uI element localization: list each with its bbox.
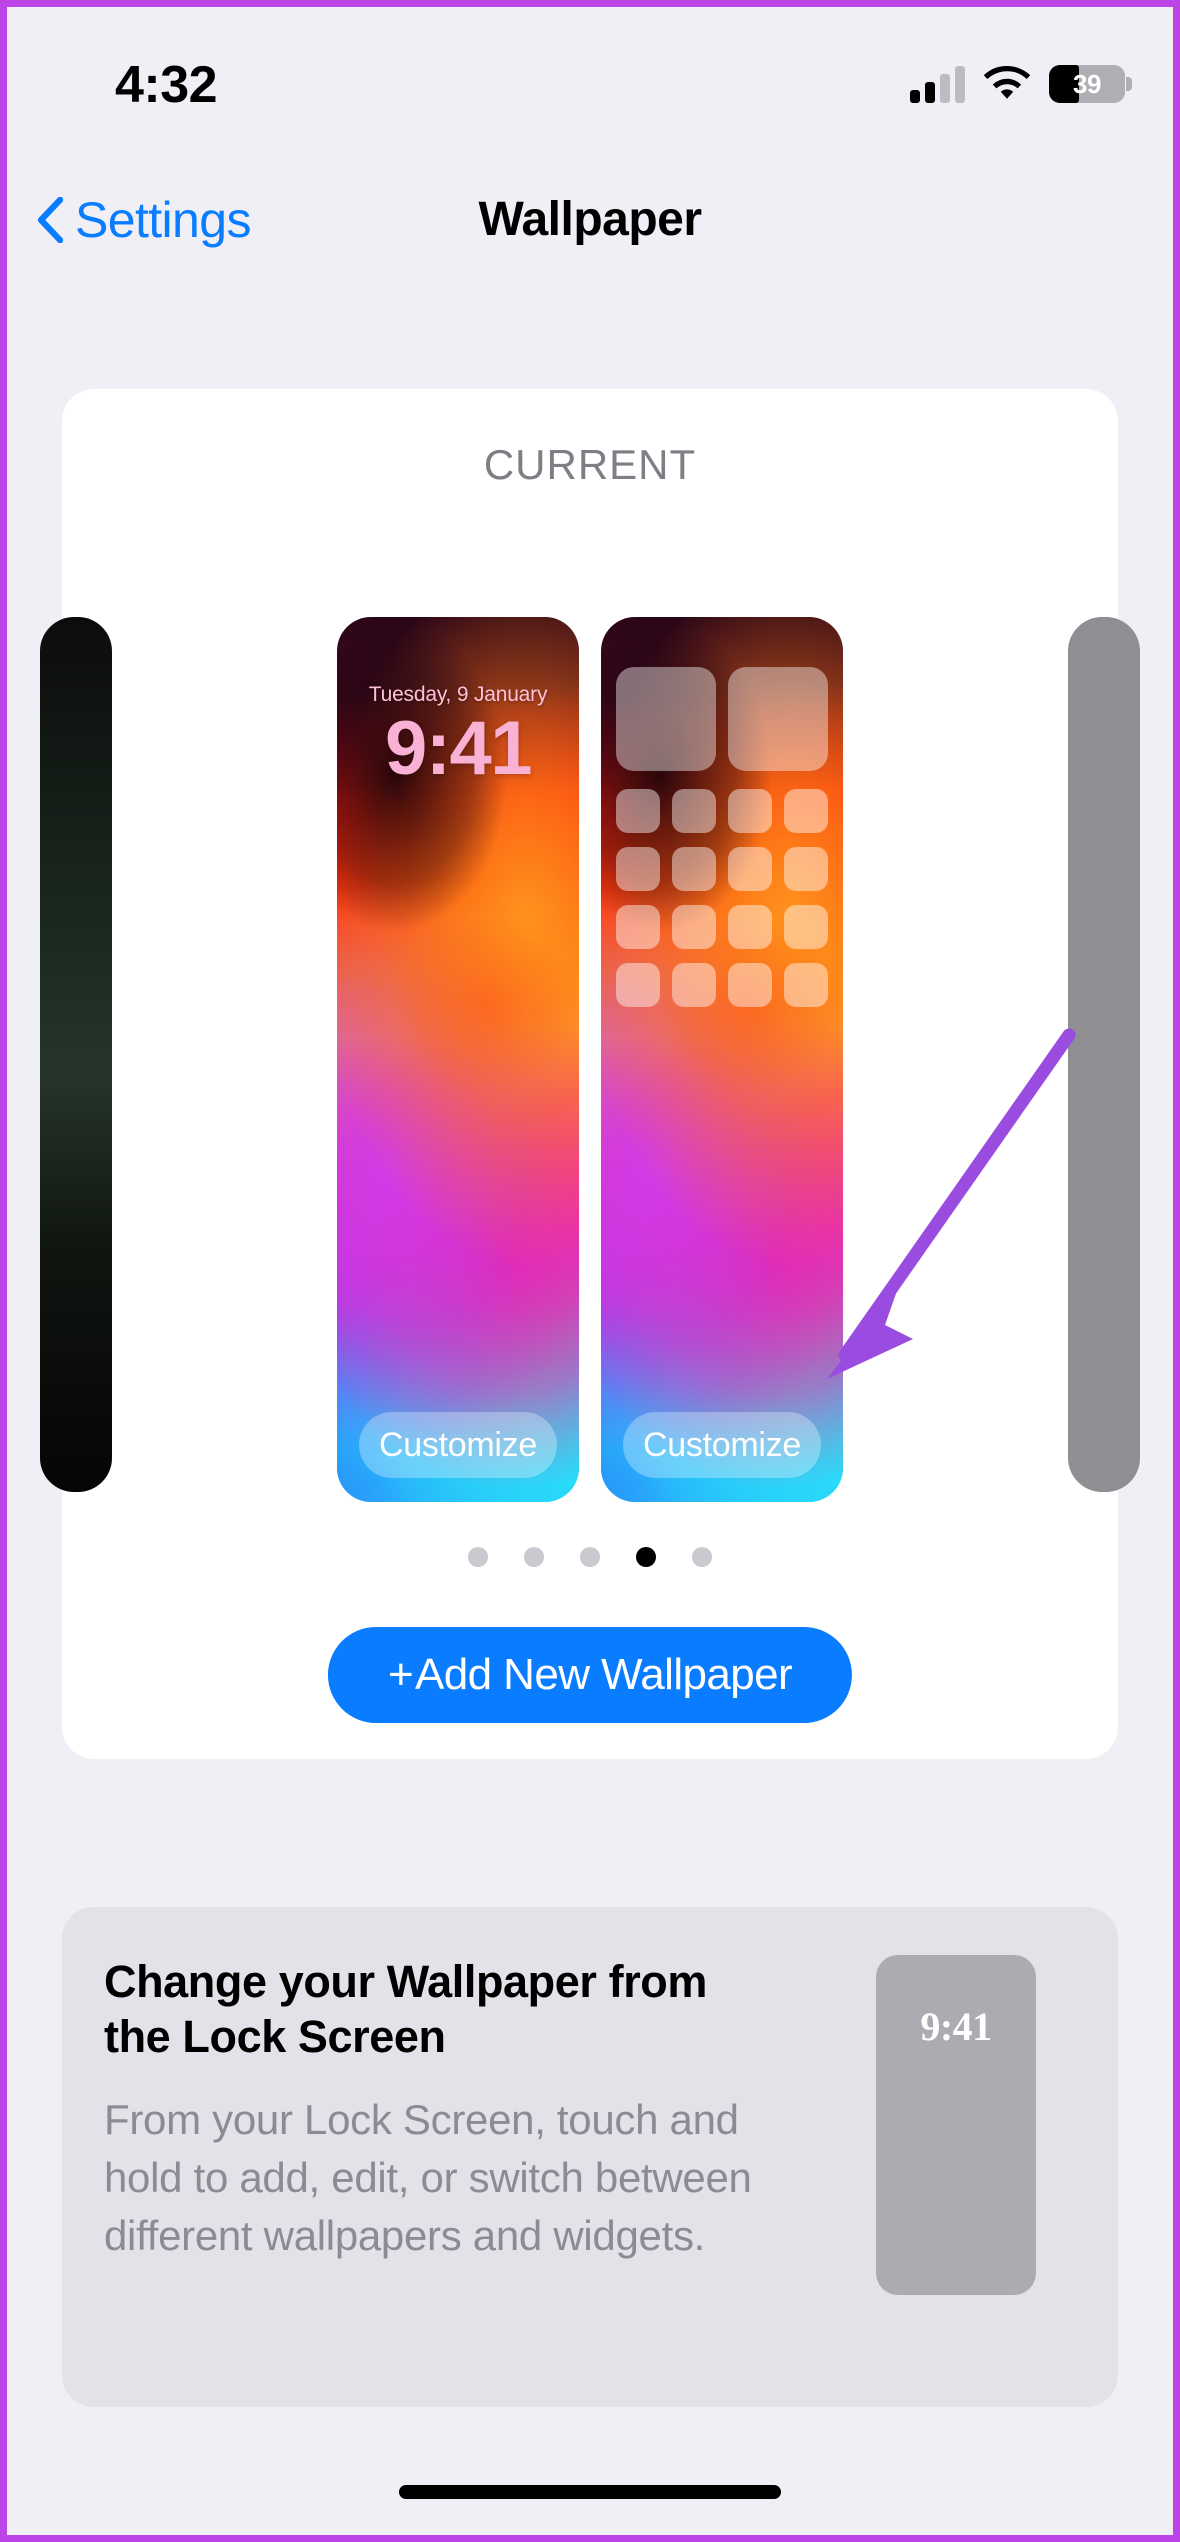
- customize-lock-screen-button[interactable]: Customize: [359, 1412, 557, 1478]
- wifi-icon: [983, 65, 1031, 99]
- info-card: Change your Wallpaper from the Lock Scre…: [62, 1907, 1118, 2407]
- app-icon: [728, 789, 772, 833]
- app-icon: [616, 963, 660, 1007]
- home-screen-icon-grid: [616, 667, 828, 1021]
- battery-percent-label: 39: [1073, 68, 1101, 99]
- home-screen-icon-row: [616, 905, 828, 949]
- page-dot[interactable]: [692, 1547, 712, 1567]
- wallpaper-preview-pair: Tuesday, 9 January 9:41 Customize Custom…: [62, 617, 1118, 1502]
- info-card-title: Change your Wallpaper from the Lock Scre…: [104, 1956, 708, 2062]
- app-icon: [616, 905, 660, 949]
- home-screen-widget: [616, 667, 716, 771]
- page-dot[interactable]: [468, 1547, 488, 1567]
- lock-screen-date: Tuesday, 9 January: [368, 683, 548, 706]
- info-card-text: Change your Wallpaper from the Lock Scre…: [104, 1955, 764, 2265]
- page-dot[interactable]: [580, 1547, 600, 1567]
- home-screen-widget: [728, 667, 828, 771]
- add-new-wallpaper-label: Add New Wallpaper: [415, 1650, 793, 1699]
- home-screen-icon-row: [616, 789, 828, 833]
- app-icon: [616, 789, 660, 833]
- iphone-settings-wallpaper-screen: 4:32 39 Settings Wallpaper CURRENT Tuesd…: [0, 0, 1180, 2542]
- home-screen-widget-row: [616, 667, 828, 771]
- app-icon: [728, 905, 772, 949]
- home-screen-icon-row: [616, 847, 828, 891]
- app-icon: [672, 847, 716, 891]
- app-icon: [672, 789, 716, 833]
- battery-icon: 39: [1049, 65, 1132, 103]
- battery-nub: [1126, 77, 1132, 91]
- page-dot-active[interactable]: [636, 1547, 656, 1567]
- status-bar: 4:32 39: [7, 7, 1173, 137]
- info-card-body: From your Lock Screen, touch and hold to…: [104, 2095, 752, 2259]
- customize-home-screen-button[interactable]: Customize: [623, 1412, 821, 1478]
- app-icon: [728, 847, 772, 891]
- cellular-signal-icon: [910, 65, 965, 103]
- info-card-thumbnail-time: 9:41: [920, 2004, 992, 2049]
- wallpaper-page-dots: [62, 1547, 1118, 1567]
- app-icon: [784, 789, 828, 833]
- status-bar-indicators: 39: [910, 65, 1132, 103]
- page-dot[interactable]: [524, 1547, 544, 1567]
- current-wallpaper-card: CURRENT Tuesday, 9 January 9:41 Customiz…: [40, 389, 1140, 1759]
- page-title: Wallpaper: [478, 193, 702, 246]
- plus-icon: +: [387, 1650, 414, 1699]
- app-icon: [784, 847, 828, 891]
- app-icon: [672, 963, 716, 1007]
- home-screen-preview[interactable]: Customize: [601, 617, 843, 1502]
- current-section-label: CURRENT: [483, 441, 697, 488]
- navigation-bar: Settings Wallpaper: [7, 167, 1173, 272]
- app-icon: [616, 847, 660, 891]
- status-bar-time: 4:32: [115, 56, 218, 114]
- app-icon: [672, 905, 716, 949]
- home-screen-icon-row: [616, 963, 828, 1007]
- home-indicator[interactable]: [399, 2485, 781, 2499]
- info-card-phone-thumbnail: 9:41: [876, 1955, 1036, 2295]
- app-icon: [728, 963, 772, 1007]
- lock-screen-preview[interactable]: Tuesday, 9 January 9:41 Customize: [337, 617, 579, 1502]
- app-icon: [784, 963, 828, 1007]
- lock-screen-time: 9:41: [384, 706, 533, 791]
- add-new-wallpaper-button[interactable]: + Add New Wallpaper: [327, 1627, 853, 1723]
- app-icon: [784, 905, 828, 949]
